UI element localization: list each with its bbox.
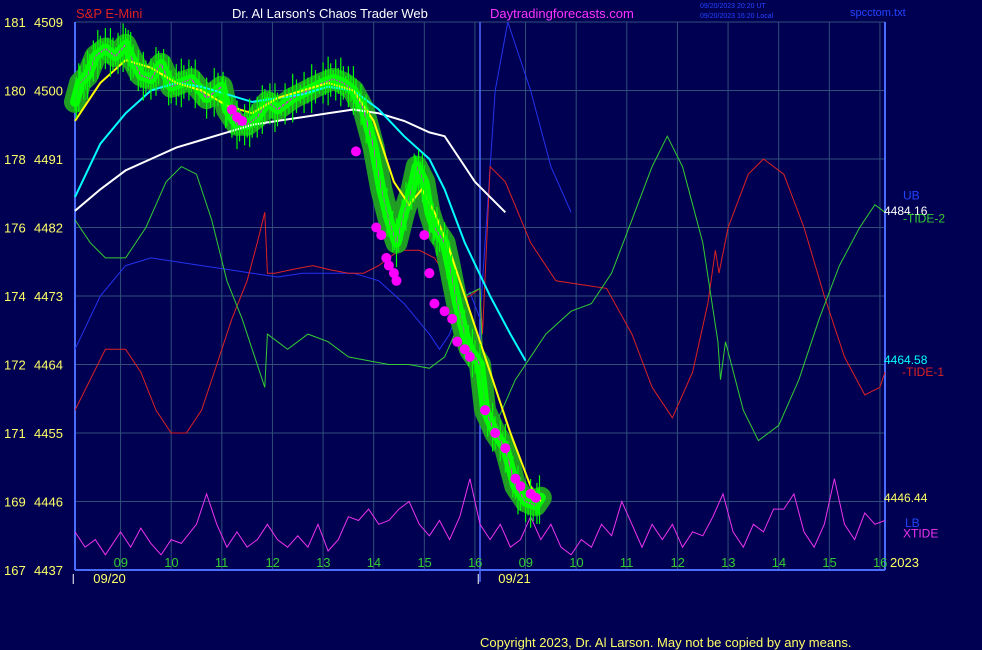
y-price-label: 4482 [34,221,63,236]
year-label: 2023 [890,555,919,570]
signal-dot [376,230,387,241]
series-white-avg [74,108,507,214]
y-scale-label: 180 [4,84,26,99]
price-glow [64,33,552,517]
x-hour-label: 15 [417,555,431,570]
y-price-label: 4455 [34,426,63,441]
signal-dot [424,268,435,279]
signal-dot [500,443,511,454]
x-hour-label: 14 [367,555,381,570]
right-label: XTIDE [903,526,938,540]
x-date-label: 09/21 [498,571,531,586]
price-band [70,39,546,511]
x-hour-label: 14 [772,555,786,570]
signal-dot [419,230,430,241]
y-price-label: 4509 [34,15,63,30]
signal-dot [530,492,541,503]
y-price-label: 4437 [34,563,63,578]
signal-dot [480,405,491,416]
chart-title: Dr. Al Larson's Chaos Trader Web [232,6,428,21]
x-hour-label: 09 [519,555,533,570]
x-hour-label: 13 [316,555,330,570]
y-price-label: 4500 [34,84,63,99]
signal-dot [439,306,450,317]
signal-dot [490,428,501,438]
x-hour-label: 10 [569,555,583,570]
x-hour-label: 16 [468,555,482,570]
x-hour-label: 11 [620,555,634,570]
x-hour-label: 12 [670,555,684,570]
signal-dot [350,146,361,157]
y-scale-label: 176 [4,221,26,236]
signal-dot [515,481,526,492]
instrument-label: S&P E-Mini [76,6,142,21]
copyright-notice: Copyright 2023, Dr. Al Larson. May not b… [480,635,852,650]
x-hour-label: 15 [822,555,836,570]
x-hour-label: 09 [114,555,128,570]
y-price-label: 4491 [34,152,63,167]
site-link[interactable]: Daytradingforecasts.com [490,6,634,21]
y-price-label: 4464 [34,358,63,373]
y-price-label: 4446 [34,495,63,510]
x-date-label: 09/20 [93,571,126,586]
timestamp-ut: 09/20/2023 20:20 UT [700,3,766,10]
y-scale-label: 178 [4,152,26,167]
x-hour-label: 12 [265,555,279,570]
price-line [74,43,542,507]
signal-dot [447,313,458,324]
right-label: -TIDE-2 [903,211,945,225]
x-hour-label: 11 [215,555,229,570]
y-price-label: 4473 [34,289,63,304]
signal-dot [464,351,475,362]
right-label: 4446.44 [884,491,928,505]
timestamp-local: 09/20/2023 16:20 Local [700,13,774,20]
chart-marks [74,23,541,528]
signal-dot [429,298,440,309]
right-label: UB [903,189,920,203]
chart-canvas: 181 4509 180 4500 178 4491 176 4482 174 4473 172 44… [4,3,945,586]
y-scale-label: 169 [4,495,26,510]
y-scale-label: 167 [4,563,26,578]
y-scale-label: 174 [4,289,26,304]
x-hour-label: 13 [721,555,735,570]
y-scale-label: 171 [4,426,26,441]
series-yellow-avg [74,58,542,503]
signal-dot [391,275,402,286]
data-file-label: spcctom.txt [850,7,906,19]
x-hour-label: 16 [873,555,887,570]
y-scale-label: 181 [4,15,26,30]
right-label: -TIDE-1 [902,365,944,379]
signal-dot [237,115,248,126]
y-scale-label: 172 [4,358,26,373]
signal-dot [452,336,463,347]
x-hour-label: 10 [164,555,178,570]
